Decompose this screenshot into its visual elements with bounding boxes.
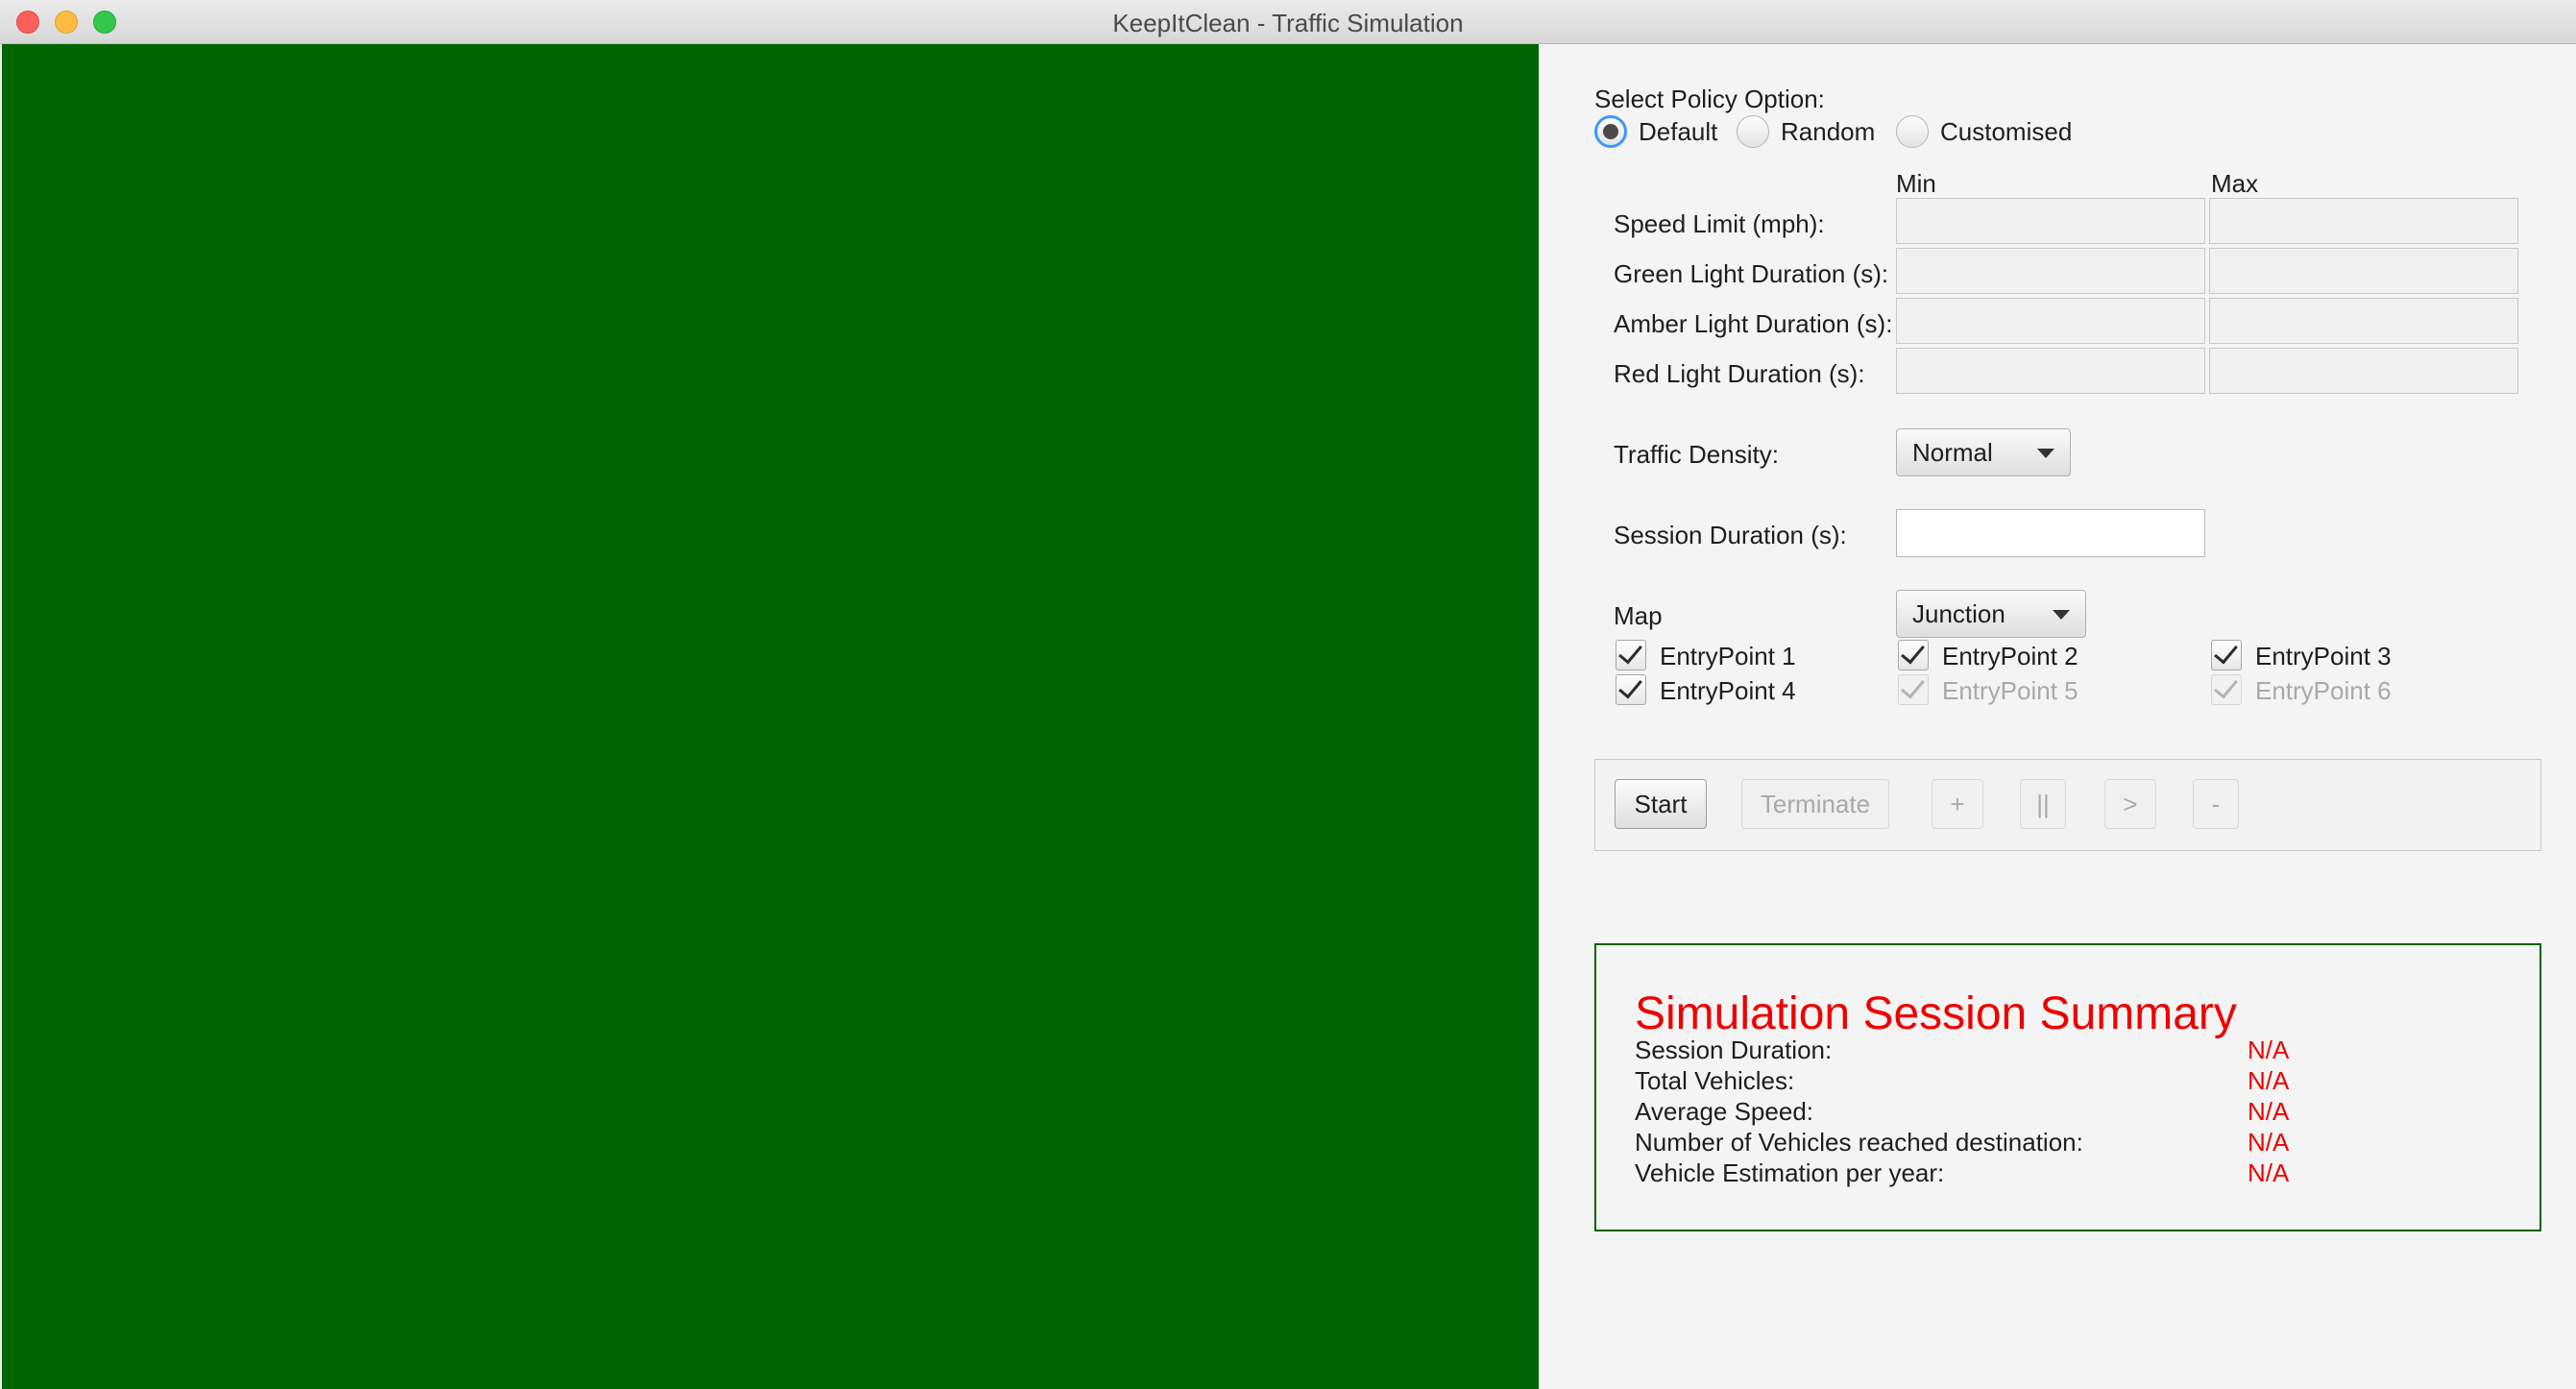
policy-radio-customised-label[interactable]: Customised <box>1940 117 2072 147</box>
green-light-max-input[interactable] <box>2209 248 2518 294</box>
chevron-down-icon <box>2053 610 2070 620</box>
map-selected: Junction <box>1912 599 2005 628</box>
summary-vehicle-estimation-value: N/A <box>2248 1158 2290 1187</box>
chevron-down-icon <box>2037 449 2054 458</box>
window-title: KeepItClean - Traffic Simulation <box>1112 9 1464 37</box>
entrypoint-6-checkbox <box>2211 673 2242 705</box>
policy-radio-default-label[interactable]: Default <box>1639 117 1717 147</box>
red-light-min-input[interactable] <box>1896 348 2205 394</box>
pause-button[interactable]: || <box>2020 779 2066 829</box>
summary-vehicle-estimation-label: Vehicle Estimation per year: <box>1635 1158 1945 1187</box>
summary-title: Simulation Session Summary <box>1635 988 2237 1039</box>
min-column-header: Min <box>1896 169 1936 198</box>
entrypoint-2-label[interactable]: EntryPoint 2 <box>1942 642 2078 671</box>
speed-limit-max-input[interactable] <box>2209 198 2518 244</box>
summary-session-duration-value: N/A <box>2248 1036 2290 1064</box>
slow-down-button[interactable]: - <box>2193 779 2239 829</box>
start-button[interactable]: Start <box>1615 779 1707 829</box>
summary-total-vehicles-value: N/A <box>2248 1066 2290 1095</box>
session-duration-input[interactable] <box>1896 509 2205 557</box>
speed-limit-label: Speed Limit (mph): <box>1614 209 1825 238</box>
checkmark-icon <box>1618 639 1642 665</box>
red-light-duration-label: Red Light Duration (s): <box>1614 359 1865 388</box>
entrypoint-3-checkbox[interactable] <box>2211 639 2242 670</box>
checkmark-icon <box>2214 673 2238 699</box>
checkmark-icon <box>1901 673 1925 699</box>
map-dropdown[interactable]: Junction <box>1896 590 2086 638</box>
max-column-header: Max <box>2211 169 2259 198</box>
policy-radio-default[interactable] <box>1594 115 1627 148</box>
policy-radio-customised[interactable] <box>1896 115 1929 148</box>
summary-vehicles-reached-value: N/A <box>2248 1128 2290 1157</box>
entrypoint-1-label[interactable]: EntryPoint 1 <box>1660 642 1796 671</box>
entrypoint-4-checkbox[interactable] <box>1616 673 1646 705</box>
amber-light-min-input[interactable] <box>1896 298 2205 344</box>
summary-average-speed-label: Average Speed: <box>1635 1097 1813 1126</box>
green-light-min-input[interactable] <box>1896 248 2205 294</box>
checkmark-icon <box>2214 639 2238 665</box>
summary-average-speed-value: N/A <box>2248 1097 2290 1126</box>
summary-session-duration-label: Session Duration: <box>1635 1036 1833 1064</box>
amber-light-max-input[interactable] <box>2209 298 2518 344</box>
green-light-duration-label: Green Light Duration (s): <box>1614 259 1889 288</box>
traffic-density-selected: Normal <box>1912 438 1993 467</box>
entrypoint-3-label[interactable]: EntryPoint 3 <box>2255 642 2392 671</box>
entrypoint-1-checkbox[interactable] <box>1616 639 1646 670</box>
summary-total-vehicles-label: Total Vehicles: <box>1635 1066 1795 1095</box>
checkmark-icon <box>1618 673 1642 699</box>
entrypoint-2-checkbox[interactable] <box>1898 639 1929 670</box>
red-light-max-input[interactable] <box>2209 348 2518 394</box>
resume-button[interactable]: > <box>2104 779 2156 829</box>
window-title-bar: KeepItClean - Traffic Simulation <box>0 0 2576 44</box>
speed-limit-min-input[interactable] <box>1896 198 2205 244</box>
policy-radio-random-label[interactable]: Random <box>1781 117 1875 147</box>
session-summary-panel: Simulation Session Summary Session Durat… <box>1594 943 2541 1231</box>
summary-vehicles-reached-label: Number of Vehicles reached destination: <box>1635 1128 2083 1157</box>
entrypoint-4-label[interactable]: EntryPoint 4 <box>1660 676 1796 706</box>
control-panel: Select Policy Option: Default Random Cus… <box>1539 44 2576 1389</box>
terminate-button[interactable]: Terminate <box>1741 779 1889 829</box>
policy-radio-random[interactable] <box>1737 115 1769 148</box>
session-duration-label: Session Duration (s): <box>1614 521 1847 549</box>
entrypoint-5-label: EntryPoint 5 <box>1942 676 2078 705</box>
checkmark-icon <box>1901 639 1925 665</box>
traffic-density-dropdown[interactable]: Normal <box>1896 428 2071 476</box>
entrypoint-5-checkbox <box>1898 673 1929 705</box>
speed-up-button[interactable]: + <box>1932 779 1983 829</box>
radio-selected-dot <box>1603 124 1618 139</box>
amber-light-duration-label: Amber Light Duration (s): <box>1614 309 1893 338</box>
policy-option-label: Select Policy Option: <box>1594 85 1825 113</box>
entrypoint-6-label: EntryPoint 6 <box>2255 676 2392 705</box>
simulation-map-canvas[interactable] <box>2 44 1539 1389</box>
map-label: Map <box>1614 601 1663 630</box>
simulation-controls: Start Terminate + || > - <box>1594 759 2541 851</box>
traffic-density-label: Traffic Density: <box>1614 440 1779 469</box>
